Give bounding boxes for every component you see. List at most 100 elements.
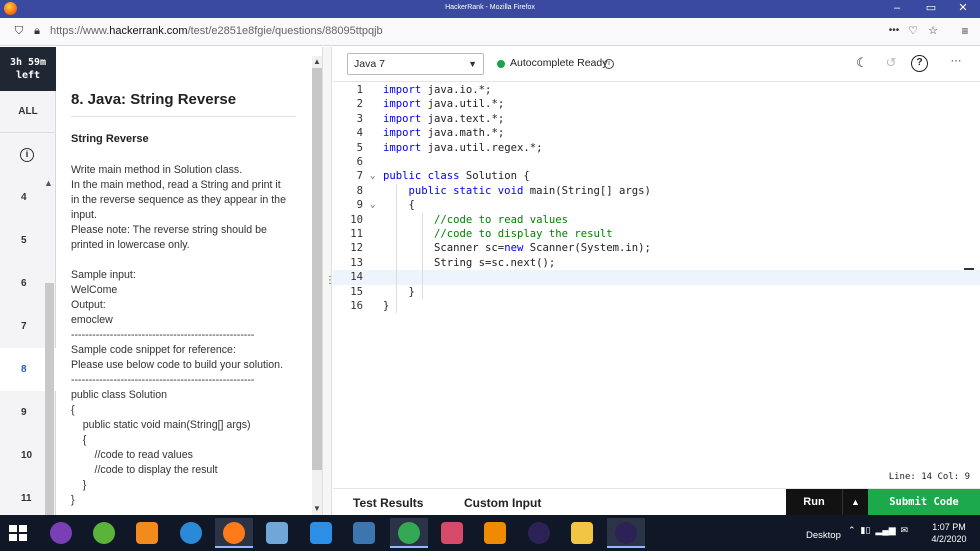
line-number: 8	[356, 184, 363, 197]
problem-line: }	[71, 494, 75, 506]
code-line[interactable]: 14	[333, 270, 980, 285]
hamburger-menu-icon[interactable]: ≡	[958, 24, 972, 38]
tab-test-results[interactable]: Test Results	[353, 496, 423, 510]
code-line[interactable]: 9 ⌄ {	[333, 198, 980, 212]
code-token: java.math.*;	[421, 127, 505, 140]
more-options-button[interactable]: ···	[947, 55, 965, 67]
code-line[interactable]: 3 import java.text.*;	[333, 112, 980, 126]
problem-line: {	[71, 404, 75, 416]
close-button[interactable]: ✕	[946, 0, 980, 18]
taskbar-app-button[interactable]	[607, 518, 645, 548]
code-text: Scanner sc=new Scanner(System.in);	[383, 241, 651, 255]
code-line[interactable]: 15 }	[333, 285, 980, 299]
scroll-up-icon[interactable]: ▲	[313, 57, 321, 66]
fold-chevron-icon[interactable]: ⌄	[370, 169, 375, 183]
python-icon	[353, 522, 375, 544]
app-icon	[310, 522, 332, 544]
taskbar-app-button[interactable]	[520, 518, 558, 548]
history-icon[interactable]: ↺	[882, 55, 900, 71]
line-number: 9	[356, 199, 363, 212]
keyword-token: public static void	[408, 184, 524, 197]
code-area[interactable]: 1 import java.io.*; 2 import java.util.*; 3 i…	[333, 83, 980, 463]
maximize-button[interactable]: ▭	[914, 0, 948, 18]
taskbar-app-button[interactable]	[345, 518, 383, 548]
moon-icon[interactable]: ☾	[853, 55, 871, 71]
taskbar-app-button[interactable]	[302, 518, 340, 548]
scrollbar-thumb[interactable]	[312, 68, 322, 470]
ie-icon	[180, 522, 202, 544]
desktop-toolbar[interactable]: Desktop	[806, 530, 841, 541]
code-line[interactable]: 4 import java.math.*;	[333, 126, 980, 140]
problem-line: }	[71, 479, 87, 491]
line-number: 3	[356, 112, 363, 125]
eclipse-icon	[528, 522, 550, 544]
code-line[interactable]: 7 ⌄ public class Solution {	[333, 169, 980, 183]
code-line[interactable]: 16}	[333, 299, 980, 313]
taskbar-app-button[interactable]	[563, 518, 601, 548]
code-text: //code to display the result	[383, 227, 613, 241]
scroll-down-icon[interactable]: ▼	[313, 504, 321, 513]
fold-chevron-icon[interactable]: ⌄	[370, 198, 375, 212]
bookmark-star-icon[interactable]: ☆	[926, 24, 940, 38]
code-token: {	[383, 199, 415, 212]
all-questions-button[interactable]: ALL	[0, 91, 56, 133]
taskbar-app-button[interactable]	[433, 518, 471, 548]
run-options-button[interactable]: ▲	[842, 489, 868, 516]
cursor-position: Line: 14 Col: 9	[888, 472, 970, 482]
code-line[interactable]: 1 import java.io.*;	[333, 83, 980, 97]
address-bar[interactable]: ⛉ 🔒︎ https://www.hackerrank.com/test/e28…	[0, 18, 980, 46]
windows-start-icon[interactable]	[9, 525, 27, 541]
autocomplete-info-icon[interactable]: i	[604, 59, 614, 69]
submit-code-button[interactable]: Submit Code	[868, 489, 980, 516]
firefox-icon	[223, 522, 245, 544]
code-line[interactable]: 6	[333, 155, 980, 169]
code-line[interactable]: 13 String s=sc.next();	[333, 256, 980, 270]
snip-icon	[441, 522, 463, 544]
line-number: 11	[350, 228, 363, 240]
keyword-token: new	[504, 242, 524, 255]
taskbar-app-button[interactable]	[42, 518, 80, 548]
problem-scrollbar[interactable]: ▲ ▼	[312, 56, 322, 515]
question-item-4[interactable]: 4	[0, 176, 56, 219]
taskbar-app-button[interactable]	[258, 518, 296, 548]
help-button[interactable]: ?	[911, 55, 928, 72]
code-line[interactable]: 11 //code to display the result	[333, 227, 980, 241]
taskbar-app-button[interactable]	[85, 518, 123, 548]
system-tray[interactable]: ⌃ ▮▯ ▂▄▆ ✉	[848, 525, 908, 536]
lock-icon[interactable]: 🔒︎	[30, 24, 44, 38]
problem-title: 8. Java: String Reverse	[71, 91, 237, 108]
taskbar-app-button[interactable]	[390, 518, 428, 548]
code-line[interactable]: 10 //code to read values	[333, 213, 980, 227]
page-actions-button[interactable]: •••	[884, 24, 904, 38]
vlc-icon	[484, 522, 506, 544]
pane-splitter[interactable]: ⋮⋮	[322, 47, 343, 515]
code-line[interactable]: 12 Scanner sc=new Scanner(System.in);	[333, 241, 980, 255]
overview-ruler-marker	[964, 268, 974, 270]
rail-scrollbar[interactable]	[45, 283, 54, 515]
code-line[interactable]: 8 public static void main(String[] args)	[333, 184, 980, 198]
question-item-5[interactable]: 5	[0, 219, 56, 262]
problem-line: printed in lowercase only.	[71, 239, 190, 251]
taskbar-clock[interactable]: 1:07 PM 4/2/2020	[924, 521, 974, 545]
sublime-icon	[136, 522, 158, 544]
problem-line: //code to read values	[71, 449, 193, 461]
run-button[interactable]: Run	[786, 489, 842, 516]
minimize-button[interactable]: –	[880, 0, 914, 18]
code-line[interactable]: 5 import java.util.regex.*;	[333, 141, 980, 155]
shield-icon[interactable]: ⛉	[12, 24, 26, 38]
info-icon[interactable]: i	[20, 148, 34, 162]
problem-line: WelCome	[71, 284, 118, 296]
code-line[interactable]: 2 import java.util.*;	[333, 97, 980, 111]
taskbar-app-button[interactable]	[172, 518, 210, 548]
line-number: 6	[356, 156, 363, 168]
language-select[interactable]: Java 7 ▼	[347, 53, 484, 75]
pocket-icon[interactable]: ♡	[906, 24, 920, 38]
taskbar-app-button[interactable]	[476, 518, 514, 548]
code-text: import java.util.regex.*;	[383, 141, 542, 155]
url-text[interactable]: https://www.hackerrank.com/test/e2851e8f…	[50, 25, 383, 37]
keyword-token: import	[383, 84, 422, 96]
tab-custom-input[interactable]: Custom Input	[464, 496, 541, 510]
taskbar-app-button[interactable]	[128, 518, 166, 548]
taskbar-app-button[interactable]	[215, 518, 253, 548]
